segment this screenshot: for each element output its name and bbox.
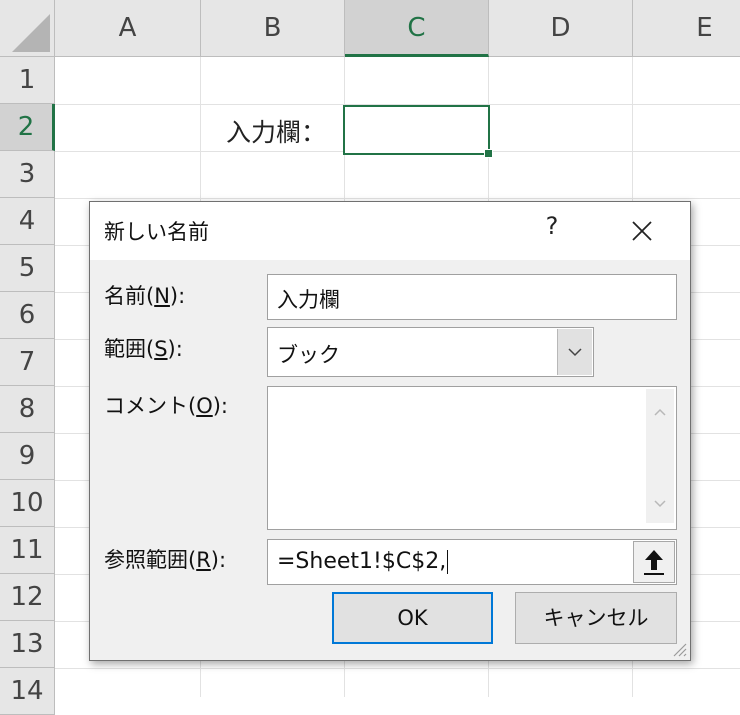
column-header-b[interactable]: B <box>201 0 345 57</box>
resize-grip-icon[interactable] <box>670 640 688 658</box>
new-name-dialog: 新しい名前 ? 名前(N): 入力欄 範囲(S): ブック コメント(O): 参… <box>89 201 691 661</box>
row-header-14[interactable]: 14 <box>0 668 55 715</box>
column-header-d[interactable]: D <box>489 0 633 57</box>
row-header-7[interactable]: 7 <box>0 339 55 386</box>
name-input-value: 入力欄 <box>277 288 340 312</box>
chevron-down-icon <box>568 348 582 357</box>
row-header-5[interactable]: 5 <box>0 245 55 292</box>
cell-b2-label[interactable]: 入力欄： <box>226 113 326 149</box>
row-header-12[interactable]: 12 <box>0 574 55 621</box>
cancel-button[interactable]: キャンセル <box>515 592 677 644</box>
row-header-8[interactable]: 8 <box>0 386 55 433</box>
refers-to-value: =Sheet1!$C$2, <box>277 549 449 574</box>
fill-handle[interactable] <box>484 149 493 158</box>
ok-button[interactable]: OK <box>332 592 493 644</box>
row-header-10[interactable]: 10 <box>0 480 55 527</box>
row-header-9[interactable]: 9 <box>0 433 55 480</box>
comment-scrollbar[interactable] <box>646 389 674 523</box>
column-header-c[interactable]: C <box>345 0 489 57</box>
scope-dropdown-value: ブック <box>277 343 340 367</box>
help-button[interactable]: ? <box>540 212 564 240</box>
refers-to-label: 参照範囲(R): <box>104 548 227 572</box>
collapse-dialog-button[interactable] <box>633 541 675 583</box>
up-arrow-icon <box>644 550 664 575</box>
close-button[interactable] <box>626 215 658 247</box>
scope-dropdown-button[interactable] <box>557 329 592 375</box>
active-cell-c2[interactable] <box>343 105 493 158</box>
comment-textarea[interactable] <box>267 386 677 530</box>
row-header-1[interactable]: 1 <box>0 57 55 104</box>
gridline <box>55 668 740 669</box>
scroll-arrows-icon <box>654 408 666 508</box>
select-all-corner[interactable] <box>0 0 55 57</box>
name-input[interactable]: 入力欄 <box>267 274 677 320</box>
column-header-a[interactable]: A <box>55 0 201 57</box>
dialog-titlebar[interactable]: 新しい名前 ? <box>90 202 690 260</box>
comment-label: コメント(O): <box>104 394 229 418</box>
scope-dropdown[interactable]: ブック <box>267 327 594 377</box>
close-icon <box>632 221 652 241</box>
row-header-2[interactable]: 2 <box>0 104 55 151</box>
row-header-13[interactable]: 13 <box>0 621 55 668</box>
row-header-11[interactable]: 11 <box>0 527 55 574</box>
scope-label: 範囲(S): <box>104 337 183 361</box>
select-all-triangle-icon <box>12 14 50 52</box>
row-header-4[interactable]: 4 <box>0 198 55 245</box>
row-header-6[interactable]: 6 <box>0 292 55 339</box>
column-header-e[interactable]: E <box>633 0 740 57</box>
dialog-title: 新しい名前 <box>104 220 209 244</box>
row-header-3[interactable]: 3 <box>0 151 55 198</box>
text-cursor <box>447 550 449 574</box>
name-label: 名前(N): <box>104 284 186 308</box>
refers-to-input[interactable]: =Sheet1!$C$2, <box>267 539 677 585</box>
gridline <box>55 198 740 199</box>
